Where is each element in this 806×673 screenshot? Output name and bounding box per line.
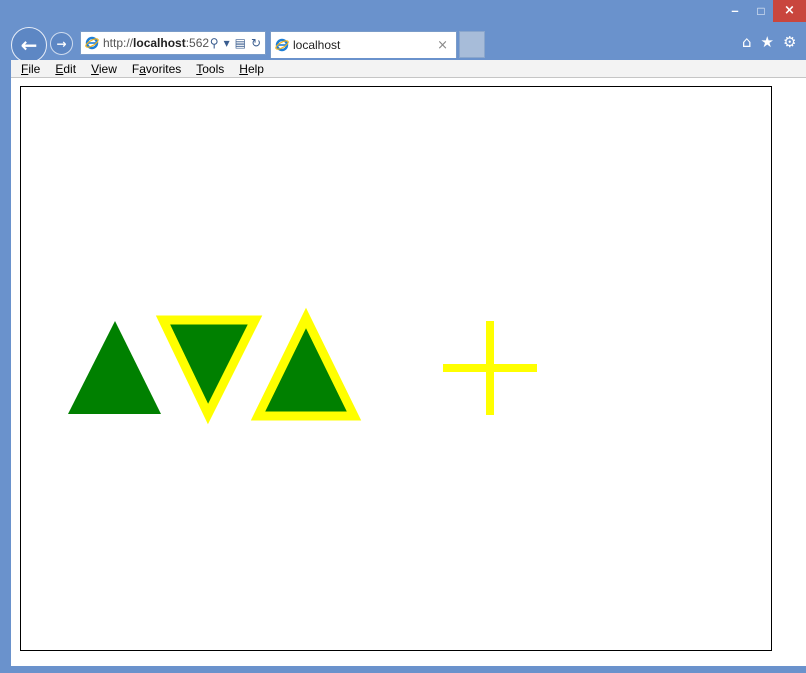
minimize-icon: –: [731, 3, 739, 18]
menu-file[interactable]: File: [21, 62, 40, 76]
chevron-down-icon[interactable]: ▾: [224, 36, 230, 50]
menu-favorites[interactable]: Favorites: [132, 62, 181, 76]
menu-help[interactable]: Help: [239, 62, 264, 76]
tab-localhost[interactable]: localhost ×: [270, 31, 457, 58]
address-prefix: http://: [103, 36, 134, 50]
address-bar[interactable]: http://localhost:562 ⚲ ▾ ▤ ↻: [80, 31, 266, 55]
page-viewport: [11, 78, 806, 666]
close-button[interactable]: ×: [773, 0, 806, 22]
maximize-icon: □: [757, 4, 765, 18]
minimize-button[interactable]: –: [724, 2, 746, 22]
tab-close-icon[interactable]: ×: [437, 38, 448, 53]
browser-command-icons: ⌂ ★ ⚙: [742, 33, 796, 51]
yellow-plus-sign: [443, 321, 537, 415]
favorites-star-icon[interactable]: ★: [761, 33, 774, 51]
address-tools: ⚲ ▾ ▤ ↻: [210, 36, 265, 50]
address-host: localhost: [133, 36, 186, 50]
green-triangle-down-yellow-outline: [155, 315, 263, 425]
browser-titlebar: ← → http://localhost:562 ⚲ ▾ ▤ ↻ localho…: [0, 0, 806, 63]
green-triangle-up: [68, 321, 161, 414]
tab-title: localhost: [293, 38, 341, 52]
close-icon: ×: [784, 3, 795, 18]
home-icon[interactable]: ⌂: [742, 33, 752, 51]
compatibility-view-icon[interactable]: ▤: [235, 36, 246, 50]
gear-icon[interactable]: ⚙: [783, 33, 796, 51]
search-icon[interactable]: ⚲: [210, 36, 219, 50]
shapes-canvas: [68, 307, 537, 425]
back-arrow-icon: ←: [20, 33, 38, 57]
back-button[interactable]: ←: [11, 27, 47, 63]
refresh-icon[interactable]: ↻: [251, 36, 261, 50]
forward-button[interactable]: →: [50, 32, 73, 55]
menu-bar: File Edit View Favorites Tools Help: [11, 60, 806, 78]
address-port: :562: [185, 36, 210, 50]
green-triangle-up-yellow-outline: [250, 307, 362, 421]
new-tab-button[interactable]: [459, 31, 485, 58]
tab-favicon-icon: [275, 38, 289, 52]
maximize-button[interactable]: □: [750, 2, 772, 22]
forward-arrow-icon: →: [56, 36, 67, 51]
menu-tools[interactable]: Tools: [196, 62, 224, 76]
menu-edit[interactable]: Edit: [55, 62, 76, 76]
menu-view[interactable]: View: [91, 62, 117, 76]
ie-logo-icon: [85, 36, 99, 50]
address-text[interactable]: http://localhost:562: [103, 36, 209, 50]
